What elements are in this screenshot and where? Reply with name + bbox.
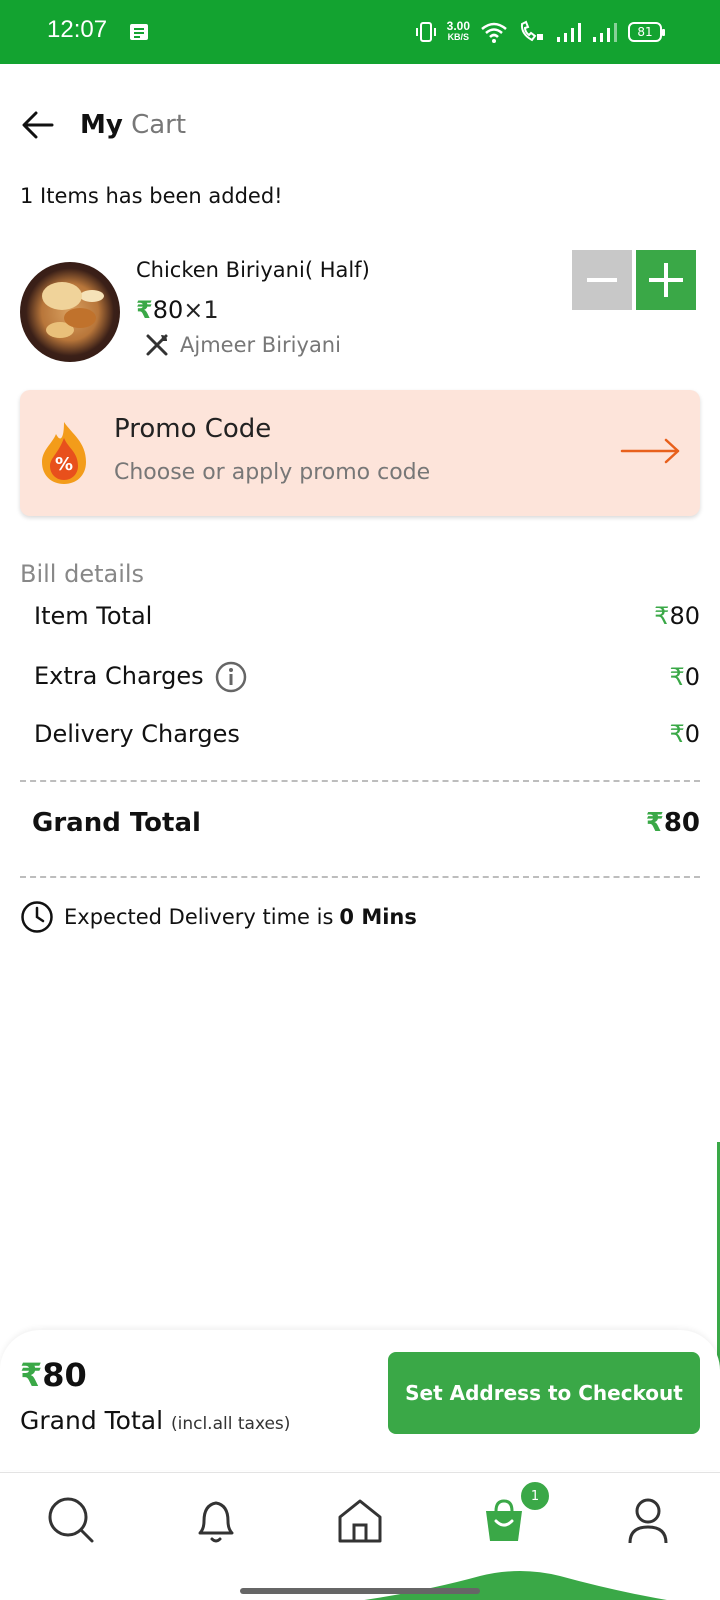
- status-bar: 12:07 3.00 KB/S 81: [0, 0, 720, 64]
- item-price-value: 80: [152, 296, 184, 324]
- wifi-call-icon: [520, 20, 543, 42]
- footer-total-value: 80: [42, 1356, 87, 1394]
- minus-icon: [587, 278, 617, 282]
- bill-row-extra-charges: Extra Charges ₹0: [34, 660, 700, 694]
- clock-icon: [21, 901, 53, 933]
- page-header: My Cart: [20, 100, 186, 150]
- footer-label-text: Grand Total: [20, 1406, 164, 1435]
- page-title-bold: My: [80, 110, 123, 140]
- promo-code-card[interactable]: % Promo Code Choose or apply promo code: [20, 390, 700, 516]
- nav-search[interactable]: [46, 1495, 98, 1547]
- grand-total-value: 80: [663, 808, 700, 838]
- bill-label: Delivery Charges: [34, 720, 240, 748]
- bill-row-item-total: Item Total ₹80: [34, 602, 700, 630]
- wifi-icon: [481, 22, 507, 43]
- bill-currency: ₹: [654, 602, 670, 630]
- search-icon: [48, 1497, 94, 1543]
- delivery-value: 0 Mins: [339, 905, 417, 929]
- battery-level: 81: [637, 25, 653, 39]
- bill-currency: ₹: [669, 663, 685, 691]
- nav-profile[interactable]: [622, 1495, 674, 1547]
- nav-cart[interactable]: 1: [478, 1479, 552, 1547]
- info-icon[interactable]: [214, 660, 248, 694]
- plus-icon: [649, 263, 683, 297]
- signal-icon-2: [593, 23, 617, 42]
- bill-amount: 0: [684, 720, 700, 748]
- battery-icon: 81: [628, 22, 665, 42]
- restaurant-row: Ajmeer Biriyani: [144, 332, 341, 358]
- bill-value: ₹0: [669, 720, 700, 748]
- grand-total-label: Grand Total: [32, 808, 201, 838]
- divider: [20, 780, 700, 782]
- bill-amount: 0: [684, 663, 700, 691]
- home-indicator[interactable]: [240, 1588, 480, 1594]
- nav-notifications[interactable]: [190, 1495, 242, 1547]
- footer-total-label: Grand Total (incl.all taxes): [20, 1406, 290, 1435]
- bill-label: Item Total: [34, 602, 153, 630]
- speed-unit: KB/S: [447, 32, 470, 42]
- promo-subtitle: Choose or apply promo code: [114, 460, 431, 485]
- checkout-bar: ₹80 Grand Total (incl.all taxes) Set Add…: [0, 1330, 720, 1470]
- arrow-right-icon: [620, 438, 680, 464]
- restaurant-name: Ajmeer Biriyani: [180, 333, 341, 357]
- bill-value: ₹0: [669, 663, 700, 691]
- items-added-note: 1 Items has been added!: [20, 184, 283, 208]
- nav-home[interactable]: [334, 1495, 386, 1547]
- status-time: 12:07: [47, 16, 108, 43]
- cart-badge: 1: [518, 1479, 552, 1513]
- delivery-time: Expected Delivery time is 0 Mins: [20, 900, 417, 934]
- item-currency: ₹: [136, 296, 153, 324]
- item-quantity: ×1: [183, 296, 219, 324]
- status-icons: 3.00 KB/S 81: [415, 18, 665, 46]
- checkout-button[interactable]: Set Address to Checkout: [388, 1352, 700, 1434]
- cutlery-icon: [146, 334, 168, 356]
- grand-total-currency: ₹: [645, 808, 664, 838]
- message-icon: [130, 24, 148, 40]
- profile-icon: [628, 1498, 668, 1544]
- vibrate-icon: [415, 22, 436, 42]
- food-image: [20, 262, 120, 362]
- bill-currency: ₹: [669, 720, 685, 748]
- promo-title: Promo Code: [114, 414, 272, 444]
- bell-icon: [198, 1501, 234, 1543]
- item-name: Chicken Biriyani( Half): [136, 258, 370, 282]
- divider: [20, 876, 700, 878]
- decorative-wave: [364, 1571, 667, 1600]
- home-icon: [338, 1499, 382, 1543]
- increase-quantity-button[interactable]: [636, 250, 696, 310]
- bill-label: Extra Charges: [34, 662, 204, 690]
- fire-discount-icon: %: [42, 422, 86, 484]
- page-title: My Cart: [80, 110, 186, 140]
- bill-details-title: Bill details: [20, 560, 145, 588]
- grand-total-row: Grand Total ₹80: [32, 808, 700, 838]
- footer-total: ₹80: [20, 1356, 87, 1394]
- page-title-light: Cart: [131, 110, 187, 140]
- footer-label-note: (incl.all taxes): [170, 1414, 291, 1434]
- footer-currency: ₹: [20, 1356, 43, 1394]
- signal-icon-1: [557, 23, 581, 42]
- item-price: ₹80×1: [136, 296, 219, 324]
- speed-value: 3.00: [446, 19, 470, 33]
- promo-percent-symbol: %: [55, 454, 73, 475]
- bill-value: ₹80: [654, 602, 700, 630]
- bill-row-delivery-charges: Delivery Charges ₹0: [34, 720, 700, 748]
- decrease-quantity-button[interactable]: [572, 250, 632, 310]
- delivery-text: Expected Delivery time is: [64, 905, 334, 929]
- network-speed: 3.00 KB/S: [446, 19, 470, 43]
- bill-amount: 80: [669, 602, 700, 630]
- back-arrow-icon[interactable]: [20, 107, 56, 143]
